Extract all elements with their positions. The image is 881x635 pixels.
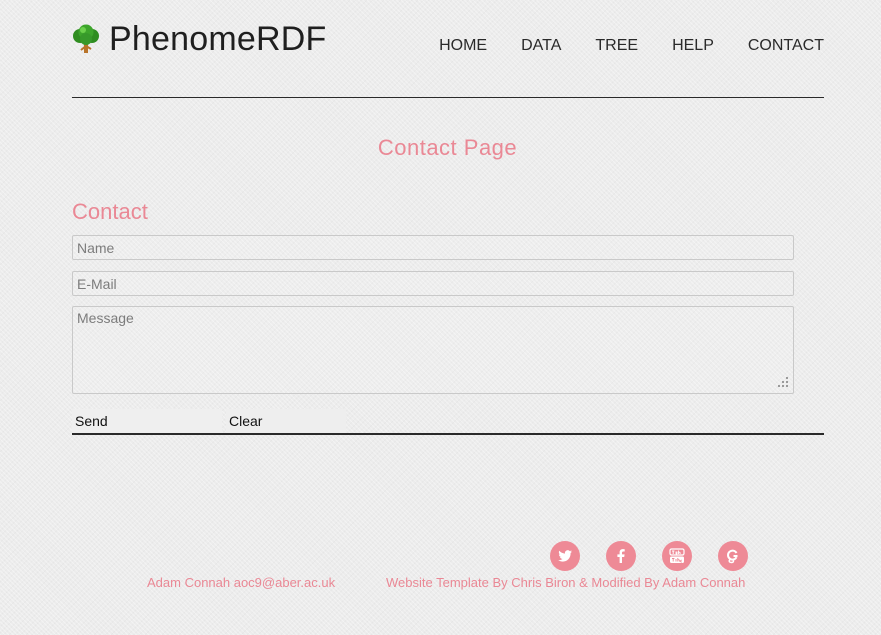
nav-home[interactable]: HOME [439, 37, 487, 55]
facebook-link[interactable] [606, 541, 636, 571]
page-title: Contact Page [377, 135, 518, 160]
footer-credit: Website Template By Chris Biron & Modifi… [386, 575, 746, 590]
twitter-icon [558, 550, 572, 562]
google-plus-icon [727, 549, 738, 564]
main-nav: HOME DATA TREE HELP CONTACT [405, 37, 824, 55]
footer-author: Adam Connah aoc9@aber.ac.uk [147, 575, 336, 590]
google-plus-link[interactable] [718, 541, 748, 571]
contact-heading: Contact [72, 199, 148, 224]
email-input[interactable] [72, 271, 794, 296]
nav-help[interactable]: HELP [672, 37, 714, 55]
home-logo-link[interactable]: PhenomeRDF [72, 18, 326, 60]
youtube-icon [669, 548, 685, 563]
twitter-link[interactable] [550, 541, 580, 571]
form-divider [72, 433, 824, 435]
nav-tree[interactable]: TREE [595, 37, 638, 55]
clear-button[interactable]: Clear [226, 409, 346, 433]
send-button[interactable]: Send [72, 409, 222, 433]
nav-contact[interactable]: CONTACT [748, 37, 824, 55]
nav-data[interactable]: DATA [521, 37, 561, 55]
textarea-resize-handle[interactable] [776, 375, 790, 389]
youtube-link[interactable] [662, 541, 692, 571]
site-title: PhenomeRDF [109, 20, 327, 58]
header-divider [72, 97, 824, 98]
name-input[interactable] [72, 235, 794, 260]
message-textarea[interactable] [72, 306, 794, 394]
facebook-icon [617, 549, 625, 563]
tree-icon [73, 24, 99, 53]
